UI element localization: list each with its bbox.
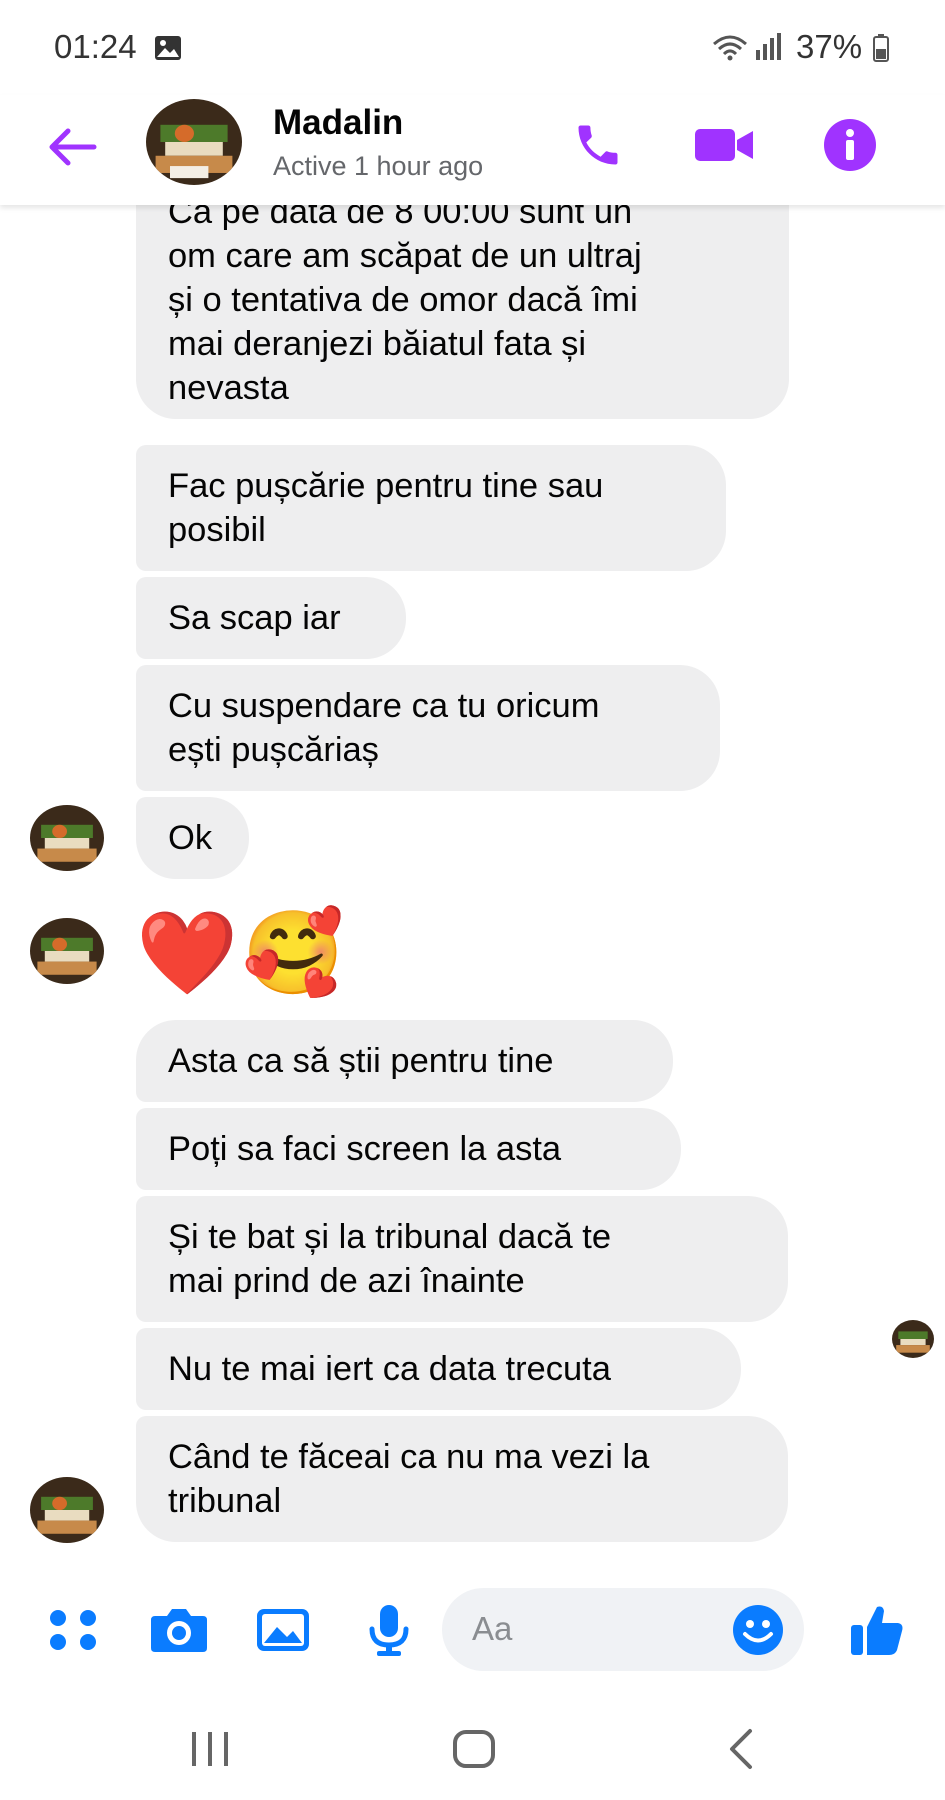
- chat-header: Madalin Active 1 hour ago: [0, 95, 945, 205]
- phone-icon: [578, 125, 618, 165]
- video-call-button[interactable]: [692, 113, 756, 177]
- apps-grid-icon: [50, 1610, 96, 1650]
- message-text: Nu te mai iert ca data trecuta: [168, 1350, 611, 1388]
- contact-name[interactable]: Madalin: [273, 103, 403, 143]
- camera-icon: [151, 1609, 207, 1652]
- call-button[interactable]: [566, 113, 630, 177]
- contact-status: Active 1 hour ago: [273, 151, 484, 181]
- message-text: Fac pușcărie pentru tine sau: [168, 467, 604, 505]
- smiling-face-with-hearts-emoji: 🥰: [242, 906, 345, 1001]
- heart-emoji: ❤️: [136, 906, 239, 1001]
- message-composer: [0, 1555, 945, 1705]
- info-icon: [824, 119, 876, 171]
- message-text: Ok: [168, 819, 213, 857]
- image-icon: [257, 1609, 309, 1651]
- contact-avatar[interactable]: [146, 99, 242, 185]
- message-text: Asta ca să știi pentru tine: [168, 1042, 554, 1080]
- message-bubble[interactable]: Fac pușcărie pentru tine sau posibil: [136, 445, 726, 571]
- battery-percent: 37%: [796, 28, 863, 65]
- emoji-message[interactable]: ❤️ 🥰: [136, 908, 344, 1000]
- message-text: om care am scăpat de un ultraj: [168, 236, 642, 275]
- message-text: tribunal: [168, 1482, 282, 1520]
- microphone-icon: [369, 1605, 409, 1656]
- status-time: 01:24: [54, 28, 137, 65]
- sender-avatar[interactable]: [30, 805, 104, 871]
- wifi-icon: [713, 35, 747, 61]
- gallery-button[interactable]: [252, 1599, 314, 1661]
- message-text: și o tentativa de omor dacă îmi: [168, 280, 638, 319]
- message-text: mai deranjezi băiatul fata și: [168, 324, 587, 363]
- info-button[interactable]: [818, 113, 882, 177]
- message-text: Poți sa faci screen la asta: [168, 1130, 562, 1168]
- message-text: posibil: [168, 511, 266, 549]
- back-button[interactable]: [42, 117, 102, 177]
- recent-apps-icon: [192, 1732, 228, 1766]
- message-text: ești pușcăriaș: [168, 731, 379, 769]
- sender-avatar[interactable]: [30, 1477, 104, 1543]
- sender-avatar[interactable]: [30, 918, 104, 984]
- smiley-icon: [733, 1605, 783, 1655]
- message-input-container: [442, 1588, 804, 1671]
- message-text: Și te bat și la tribunal dacă te: [168, 1218, 612, 1256]
- message-text: Când te făceai ca nu ma vezi la: [168, 1438, 650, 1476]
- home-icon: [453, 1730, 495, 1768]
- message-bubble[interactable]: Nu te mai iert ca data trecuta: [136, 1328, 741, 1410]
- nav-back-button[interactable]: [701, 1719, 781, 1779]
- voice-message-button[interactable]: [358, 1599, 420, 1661]
- video-camera-icon: [695, 129, 753, 161]
- message-bubble[interactable]: Ok: [136, 797, 249, 879]
- message-bubble[interactable]: Sa scap iar: [136, 577, 406, 659]
- message-bubble[interactable]: Poți sa faci screen la asta: [136, 1108, 681, 1190]
- system-navigation-bar: [0, 1705, 945, 1800]
- message-text: Sa scap iar: [168, 599, 341, 637]
- message-text: nevasta: [168, 368, 289, 407]
- signal-icon: [756, 33, 781, 60]
- message-bubble[interactable]: Ca pe data de 8 00:00 sunt un om care am…: [136, 180, 789, 419]
- message-text: mai prind de azi înainte: [168, 1262, 525, 1300]
- gallery-icon: [155, 36, 181, 60]
- more-actions-button[interactable]: [42, 1599, 104, 1661]
- message-list[interactable]: Ca pe data de 8 00:00 sunt un om care am…: [0, 180, 945, 1555]
- back-icon: [730, 1729, 752, 1769]
- like-button[interactable]: [846, 1599, 908, 1661]
- back-arrow-icon: [49, 128, 97, 166]
- read-receipt-avatar: [892, 1320, 934, 1358]
- thumbs-up-icon: [851, 1606, 903, 1655]
- message-bubble[interactable]: Și te bat și la tribunal dacă te mai pri…: [136, 1196, 788, 1322]
- emoji-button[interactable]: [726, 1598, 790, 1662]
- camera-button[interactable]: [148, 1599, 210, 1661]
- message-text: Cu suspendare ca tu oricum: [168, 687, 600, 725]
- status-bar: 01:24 37%: [0, 0, 945, 95]
- home-button[interactable]: [434, 1719, 514, 1779]
- message-bubble[interactable]: Cu suspendare ca tu oricum ești pușcăria…: [136, 665, 720, 791]
- message-input[interactable]: [472, 1606, 722, 1652]
- message-bubble[interactable]: Asta ca să știi pentru tine: [136, 1020, 673, 1102]
- battery-icon: [873, 34, 889, 62]
- message-bubble[interactable]: Când te făceai ca nu ma vezi la tribunal: [136, 1416, 788, 1542]
- recent-apps-button[interactable]: [170, 1719, 250, 1779]
